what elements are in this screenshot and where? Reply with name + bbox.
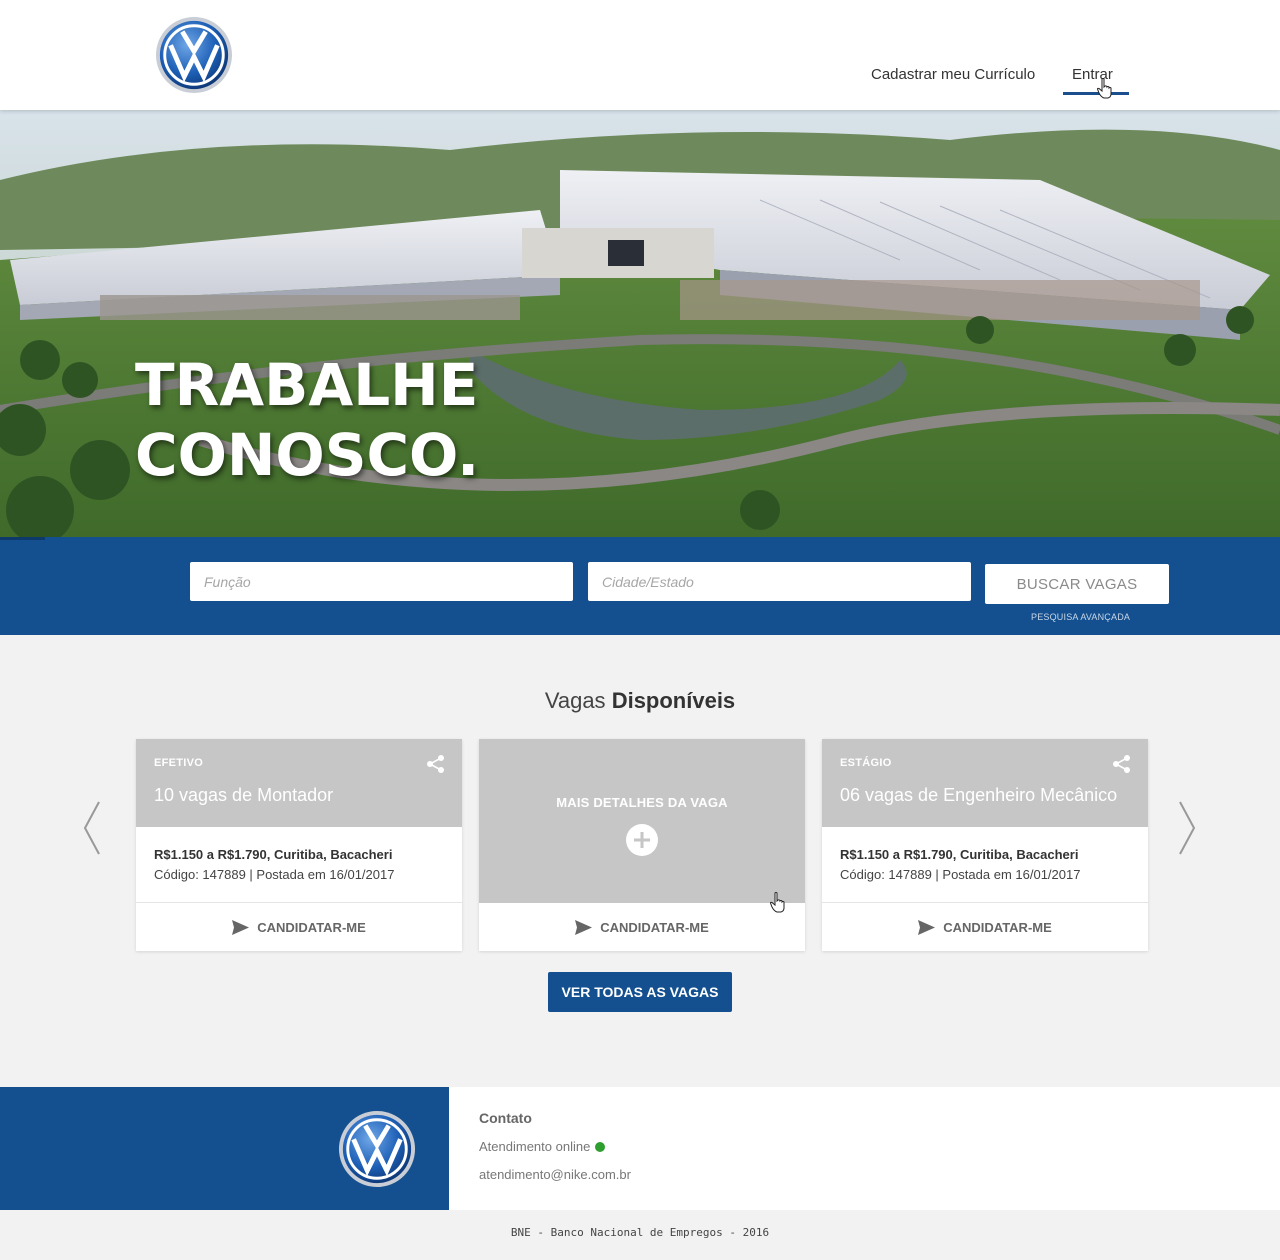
hero-title: TRABALHE CONOSCO. xyxy=(135,350,479,490)
candidatar-button[interactable]: CANDIDATAR-ME xyxy=(136,903,462,951)
job-code-date: Código: 147889 | Postada em 16/01/2017 xyxy=(154,867,395,882)
job-type: EFETIVO xyxy=(154,757,204,769)
candidatar-label: CANDIDATAR-ME xyxy=(600,919,709,935)
section-title: Vagas Disponíveis xyxy=(0,688,1280,714)
job-title: 06 vagas de Engenheiro Mecânico xyxy=(840,785,1118,805)
buscar-vagas-button[interactable]: BUSCAR VAGAS xyxy=(985,564,1169,604)
search-bar: BUSCAR VAGAS PESQUISA AVANÇADA xyxy=(0,537,1280,635)
search-bar-accent xyxy=(0,537,45,540)
cidade-estado-input[interactable] xyxy=(588,562,971,601)
share-icon[interactable] xyxy=(1112,754,1132,774)
plus-icon[interactable] xyxy=(626,824,658,856)
hero-title-line2: CONOSCO. xyxy=(135,421,480,489)
pesquisa-avancada-link[interactable]: PESQUISA AVANÇADA xyxy=(1031,612,1130,622)
send-icon xyxy=(575,919,593,935)
copyright-text: BNE - Banco Nacional de Empregos - 2016 xyxy=(510,1226,770,1239)
send-icon xyxy=(232,919,250,935)
online-status-dot xyxy=(595,1142,605,1152)
volkswagen-logo[interactable] xyxy=(155,16,233,94)
job-title: 10 vagas de Montador xyxy=(154,785,334,805)
hero-banner: TRABALHE CONOSCO. xyxy=(0,110,1280,537)
candidatar-label: CANDIDATAR-ME xyxy=(943,919,1052,935)
candidatar-button[interactable]: CANDIDATAR-ME xyxy=(479,903,805,951)
header: Cadastrar meu Currículo Entrar xyxy=(0,0,1280,110)
mais-detalhes-label: MAIS DETALHES DA VAGA xyxy=(556,795,728,810)
hero-title-line1: TRABALHE xyxy=(135,351,479,419)
section-title-bold: Disponíveis xyxy=(611,688,736,713)
nav-cadastrar-curriculo[interactable]: Cadastrar meu Currículo xyxy=(871,66,1035,83)
job-code-date: Código: 147889 | Postada em 16/01/2017 xyxy=(840,867,1081,882)
atendimento-online-link[interactable]: Atendimento online xyxy=(479,1139,590,1154)
carousel-next-icon[interactable] xyxy=(1177,800,1197,856)
contact-email-link[interactable]: atendimento@nike.com.br xyxy=(479,1167,631,1182)
send-icon xyxy=(918,919,936,935)
job-card-header: ESTÁGIO 06 vagas de Engenheiro Mecânico xyxy=(822,739,1148,827)
job-card-montador[interactable]: EFETIVO 10 vagas de Montador R$1.150 a R… xyxy=(136,739,462,951)
job-card-engenheiro[interactable]: ESTÁGIO 06 vagas de Engenheiro Mecânico … xyxy=(822,739,1148,951)
contact-title: Contato xyxy=(479,1110,532,1126)
funcao-input[interactable] xyxy=(190,562,573,601)
share-icon[interactable] xyxy=(426,754,446,774)
candidatar-button[interactable]: CANDIDATAR-ME xyxy=(822,903,1148,951)
job-card-header: EFETIVO 10 vagas de Montador xyxy=(136,739,462,827)
carousel-prev-icon[interactable] xyxy=(82,800,102,856)
ver-todas-vagas-button[interactable]: VER TODAS AS VAGAS xyxy=(548,972,732,1012)
candidatar-label: CANDIDATAR-ME xyxy=(257,919,366,935)
job-salary-location: R$1.150 a R$1.790, Curitiba, Bacacheri xyxy=(840,847,1079,862)
volkswagen-logo[interactable] xyxy=(338,1110,416,1188)
job-salary-location: R$1.150 a R$1.790, Curitiba, Bacacheri xyxy=(154,847,393,862)
section-title-regular: Vagas xyxy=(544,688,606,713)
hand-cursor-icon xyxy=(1096,78,1112,99)
job-card-details[interactable]: MAIS DETALHES DA VAGA CANDIDATAR-ME xyxy=(479,739,805,951)
hand-cursor-icon xyxy=(769,892,785,913)
job-card-detail-overlay[interactable]: MAIS DETALHES DA VAGA xyxy=(479,739,805,903)
job-type: ESTÁGIO xyxy=(840,757,892,769)
